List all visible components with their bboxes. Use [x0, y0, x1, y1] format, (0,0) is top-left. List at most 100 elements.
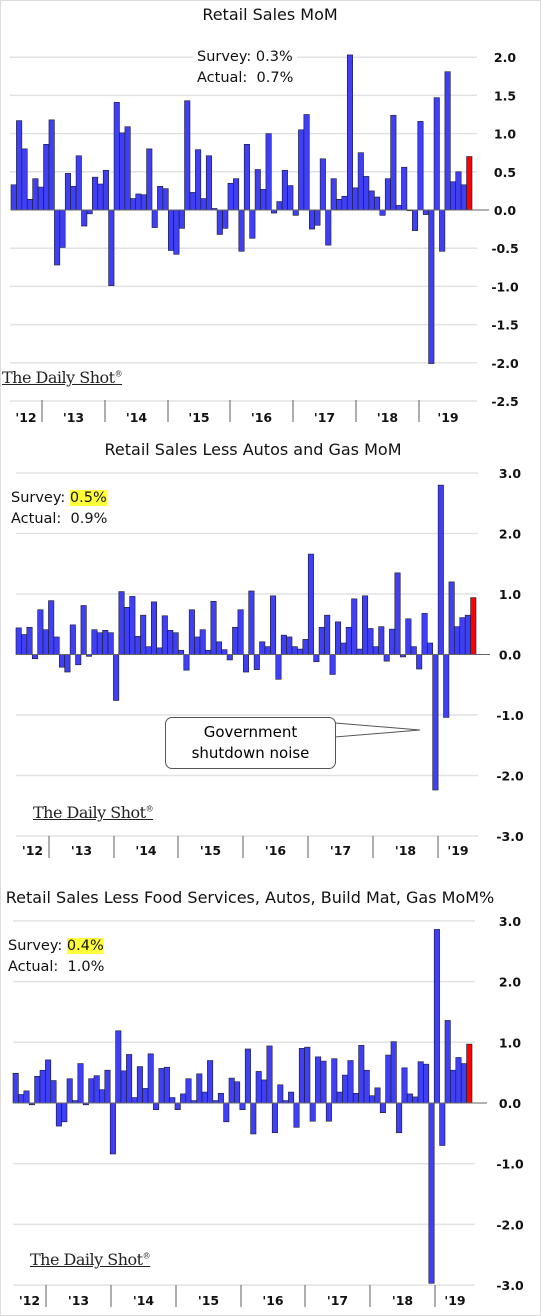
- bar: [433, 97, 440, 211]
- bar: [66, 1078, 73, 1104]
- x-year-label: '16: [265, 843, 287, 858]
- bar: [313, 654, 320, 663]
- bar: [58, 654, 66, 668]
- y-tick-label: 1.0: [499, 587, 521, 602]
- x-year-label: '16: [251, 410, 273, 425]
- bar: [309, 1102, 316, 1122]
- bar: [80, 605, 87, 655]
- bar: [288, 1091, 295, 1104]
- x-year-label: '19: [444, 1293, 465, 1308]
- actual-value: 0.7%: [256, 70, 294, 86]
- bar: [379, 209, 386, 216]
- bar: [12, 1072, 19, 1104]
- x-year-label: '12: [22, 843, 43, 858]
- bar: [102, 169, 109, 211]
- bar: [318, 626, 325, 655]
- y-tick-label: 2.0: [499, 527, 521, 542]
- y-tick-label: -1.0: [491, 279, 519, 294]
- latest-bar: [466, 156, 473, 211]
- bar: [108, 209, 115, 286]
- bar: [75, 155, 82, 211]
- bar: [336, 1091, 343, 1104]
- y-tick-label: -2.0: [496, 769, 524, 784]
- x-year-label: '18: [392, 1293, 413, 1308]
- bar: [459, 617, 466, 655]
- actual-label: Actual:: [11, 511, 62, 527]
- bar: [92, 176, 99, 211]
- bar: [248, 590, 255, 655]
- y-tick-label: 2.0: [499, 975, 521, 990]
- bar: [271, 1102, 278, 1134]
- survey-value: 0.5%: [69, 490, 107, 506]
- bar: [396, 1102, 403, 1134]
- x-year-label: '17: [314, 410, 335, 425]
- bar: [134, 636, 141, 655]
- bar: [383, 654, 390, 662]
- bar: [347, 1060, 354, 1104]
- bar: [342, 1074, 349, 1104]
- bar: [303, 114, 310, 211]
- bar: [298, 129, 305, 211]
- annotation-line-2: shutdown noise: [191, 744, 310, 762]
- bar: [320, 1060, 327, 1104]
- bar: [384, 178, 391, 211]
- bar: [167, 629, 174, 655]
- y-tick-label: -2.0: [491, 356, 519, 371]
- bar: [140, 614, 147, 655]
- bar: [69, 624, 76, 655]
- actual-value: 1.0%: [67, 959, 105, 975]
- bar: [341, 195, 348, 211]
- bar: [161, 615, 168, 655]
- bar: [330, 178, 337, 211]
- chart-1-stats: Survey: 0.3% Actual: 0.7%: [193, 47, 298, 89]
- bar: [422, 209, 429, 215]
- bar: [123, 607, 130, 655]
- bar: [291, 646, 298, 655]
- bar: [395, 205, 402, 211]
- actual-value: 0.9%: [70, 511, 108, 527]
- bar: [39, 1069, 46, 1104]
- bar: [417, 1061, 424, 1104]
- x-year-label: '15: [198, 1293, 219, 1308]
- bar: [358, 1045, 365, 1104]
- bar: [401, 166, 408, 211]
- bar: [173, 209, 180, 255]
- bar: [131, 1097, 138, 1104]
- y-tick-label: -2.0: [496, 1217, 524, 1232]
- bar: [163, 1066, 170, 1104]
- bar: [113, 654, 120, 701]
- bar: [450, 1069, 457, 1104]
- bar: [10, 184, 17, 211]
- bar: [135, 193, 142, 211]
- bar: [261, 1079, 268, 1104]
- bar: [120, 1070, 127, 1104]
- x-year-label: '12: [15, 410, 36, 425]
- x-year-label: '19: [437, 410, 458, 425]
- bar: [426, 642, 434, 655]
- survey-value: 0.3%: [255, 49, 293, 65]
- y-tick-label: -3.0: [496, 829, 524, 844]
- bar: [217, 1092, 224, 1104]
- bar: [444, 71, 451, 211]
- bar: [88, 1078, 95, 1104]
- y-tick-label: -3.0: [496, 1278, 524, 1293]
- bar: [115, 1030, 122, 1104]
- bar: [352, 187, 359, 211]
- bar: [460, 1063, 467, 1104]
- bar: [292, 209, 299, 216]
- bar: [178, 209, 185, 229]
- bar: [145, 646, 152, 655]
- bar: [331, 1058, 338, 1104]
- bar: [205, 155, 212, 211]
- bar: [172, 632, 179, 655]
- y-tick-label: 0.5: [494, 165, 516, 180]
- bar: [194, 636, 201, 655]
- bar: [450, 181, 457, 211]
- bar: [304, 1046, 311, 1104]
- bar: [270, 595, 277, 655]
- bar: [227, 182, 234, 211]
- bar: [64, 654, 71, 673]
- survey-label: Survey:: [8, 938, 63, 954]
- bar: [276, 201, 283, 211]
- x-year-label: '15: [188, 410, 209, 425]
